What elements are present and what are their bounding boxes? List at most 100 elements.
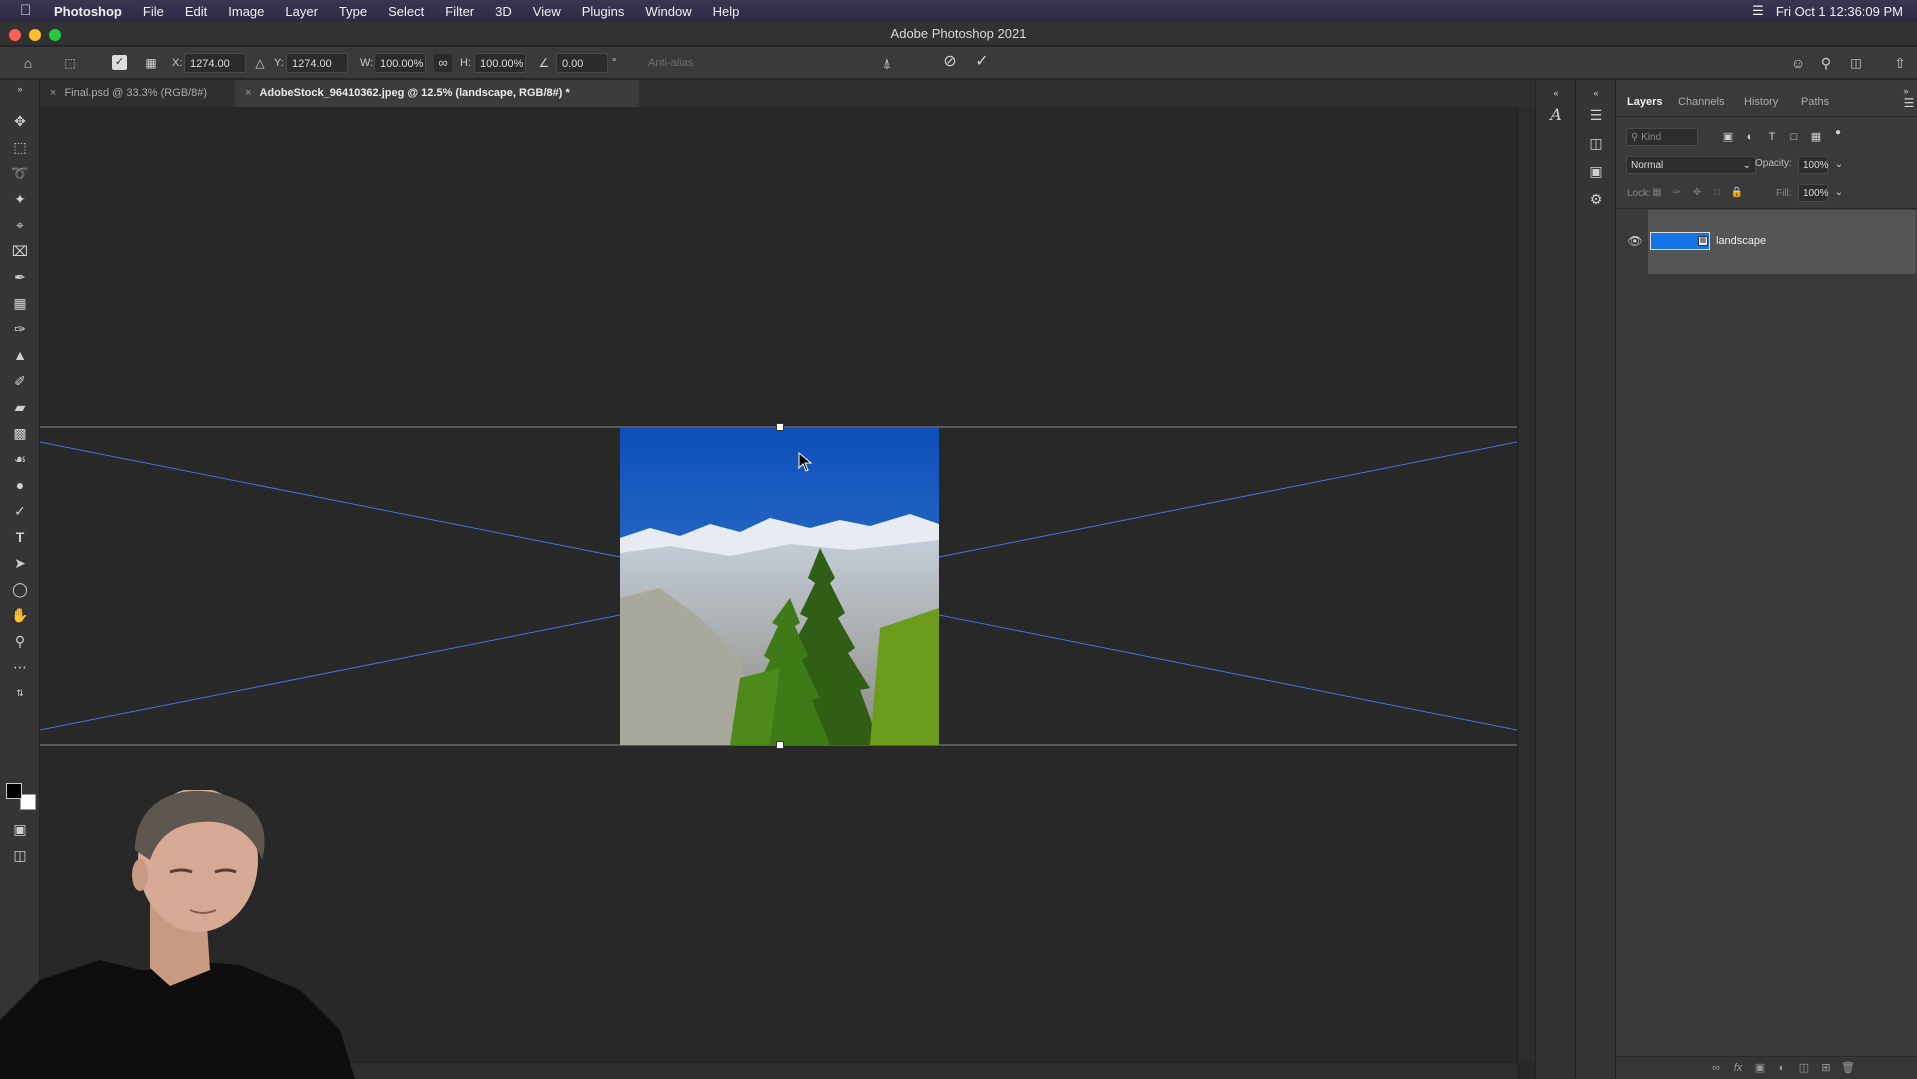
control-center-icon[interactable]: ☰	[1752, 3, 1764, 19]
filter-type-icon[interactable]: T	[1764, 128, 1780, 146]
libraries-icon[interactable]: ◫	[1586, 134, 1606, 152]
opacity-field[interactable]: 100%	[1798, 156, 1829, 174]
rotation-field[interactable]: 0.00	[556, 53, 608, 73]
menu-plugins[interactable]: Plugins	[582, 4, 625, 19]
zoom-window-button[interactable]	[49, 29, 61, 41]
brush-tool-icon[interactable]: ✑	[9, 318, 31, 340]
filter-pixel-icon[interactable]: ▣	[1720, 128, 1736, 146]
transform-handle-bottom[interactable]	[776, 741, 784, 749]
chevron-down-icon[interactable]: ⌄	[1832, 184, 1846, 202]
layer-row[interactable]: ▦ landscape	[1648, 210, 1916, 274]
menu-filter[interactable]: Filter	[445, 4, 474, 19]
reference-point-checkbox[interactable]: ✓	[112, 55, 127, 70]
anti-alias-option[interactable]: Anti-alias	[648, 53, 693, 73]
new-group-icon[interactable]: ◫	[1796, 1059, 1812, 1077]
properties-icon[interactable]: ▣	[1586, 162, 1606, 180]
frame-tool-icon[interactable]: ⌧	[9, 240, 31, 262]
adjustments-icon[interactable]: ☰	[1586, 106, 1606, 124]
lock-all-icon[interactable]: 🔒	[1730, 184, 1744, 202]
workspace-icon[interactable]: ◫	[1846, 54, 1866, 72]
lock-pixels-icon[interactable]: ✑	[1670, 184, 1684, 202]
filter-toggle-icon[interactable]: ●	[1830, 124, 1846, 142]
menu-layer[interactable]: Layer	[285, 4, 318, 19]
chevron-down-icon[interactable]: ⌄	[1832, 156, 1846, 174]
transform-tool-icon[interactable]: ⬚	[60, 54, 80, 72]
add-mask-icon[interactable]: ▣	[1752, 1059, 1768, 1077]
move-tool-icon[interactable]: ✥	[9, 110, 31, 132]
commit-transform-icon[interactable]: ✓	[972, 53, 992, 71]
delete-layer-icon[interactable]: 🗑	[1840, 1059, 1856, 1077]
tab-layers[interactable]: Layers	[1627, 96, 1662, 108]
x-position-field[interactable]: 1274.00 px	[184, 53, 246, 90]
layer-filter-kind[interactable]: ⚲ Kind	[1626, 128, 1698, 146]
blend-mode-select[interactable]: Normal ⌄	[1626, 156, 1756, 174]
search-icon[interactable]: ⚲	[1816, 54, 1836, 72]
ellipse-tool-icon[interactable]: ◯	[9, 578, 31, 600]
menu-file[interactable]: File	[143, 4, 164, 19]
height-field[interactable]: 100.00%	[474, 53, 526, 73]
close-tab-icon[interactable]: ×	[50, 87, 56, 99]
eyedropper-tool-icon[interactable]: ✒	[9, 266, 31, 288]
vertical-scrollbar[interactable]	[1517, 107, 1535, 1062]
fill-field[interactable]: 100%	[1798, 184, 1829, 202]
history-brush-tool-icon[interactable]: ✐	[9, 370, 31, 392]
filter-shape-icon[interactable]: □	[1786, 128, 1802, 146]
lock-artboard-icon[interactable]: □	[1710, 184, 1724, 202]
warp-mode-icon[interactable]: ⍋	[878, 54, 896, 72]
crop-tool-icon[interactable]: ⌖	[9, 214, 31, 236]
cancel-transform-icon[interactable]: ⊘	[940, 53, 960, 71]
layer-style-icon[interactable]: fx	[1730, 1059, 1746, 1077]
menu-view[interactable]: View	[533, 4, 561, 19]
width-field[interactable]: 100.00%	[374, 53, 426, 73]
apple-icon[interactable]: 	[20, 3, 36, 19]
reference-point-grid-icon[interactable]: ▦	[142, 54, 160, 72]
y-position-field[interactable]: 1274.00 px	[286, 53, 348, 90]
gradient-tool-icon[interactable]: ▩	[9, 422, 31, 444]
magic-wand-tool-icon[interactable]: ✦	[9, 188, 31, 210]
menu-help[interactable]: Help	[713, 4, 740, 19]
link-layers-icon[interactable]: ∞	[1708, 1059, 1724, 1077]
filter-smart-object-icon[interactable]: ▦	[1808, 128, 1824, 146]
swap-colors-icon[interactable]: ⇅	[9, 682, 31, 704]
menubar-clock[interactable]: Fri Oct 1 12:36:09 PM	[1776, 4, 1903, 19]
lock-position-icon[interactable]: ✥	[1690, 184, 1704, 202]
more-tools-icon[interactable]: ⋯	[9, 656, 31, 678]
hand-tool-icon[interactable]: ✋	[9, 604, 31, 626]
lasso-tool-icon[interactable]: ➰	[9, 162, 31, 184]
tab-channels[interactable]: Channels	[1678, 96, 1724, 108]
lock-transparency-icon[interactable]: ▦	[1650, 184, 1664, 202]
landscape-layer-image[interactable]	[620, 428, 939, 745]
menu-window[interactable]: Window	[645, 4, 691, 19]
close-window-button[interactable]	[9, 29, 21, 41]
delta-icon[interactable]: △	[252, 54, 268, 72]
marquee-tool-icon[interactable]: ⬚	[9, 136, 31, 158]
tab-adobestock-jpeg[interactable]: × AdobeStock_96410362.jpeg @ 12.5% (lands…	[235, 80, 639, 107]
menu-select[interactable]: Select	[388, 4, 424, 19]
healing-brush-tool-icon[interactable]: ▦	[9, 292, 31, 314]
menu-edit[interactable]: Edit	[185, 4, 207, 19]
close-tab-icon[interactable]: ×	[245, 87, 251, 99]
panel-menu-icon[interactable]: ☰	[1902, 94, 1916, 112]
eye-icon[interactable]: 👁	[1626, 232, 1644, 250]
share-icon[interactable]: ⇧	[1890, 54, 1910, 72]
menu-type[interactable]: Type	[339, 4, 367, 19]
collapse-strip-icon[interactable]: «	[1546, 84, 1566, 102]
minimize-window-button[interactable]	[29, 29, 41, 41]
collapse-panels-icon[interactable]: «	[1586, 84, 1606, 102]
collapse-tools-icon[interactable]: »	[9, 83, 31, 95]
blur-tool-icon[interactable]: ☙	[9, 448, 31, 470]
adjustment-layer-icon[interactable]: ◐	[1774, 1059, 1790, 1077]
layer-name[interactable]: landscape	[1716, 235, 1766, 247]
zoom-tool-icon[interactable]: ⚲	[9, 630, 31, 652]
home-icon[interactable]: ⌂	[18, 54, 38, 72]
eraser-tool-icon[interactable]: ▰	[9, 396, 31, 418]
clone-stamp-tool-icon[interactable]: ▲	[9, 344, 31, 366]
tab-history[interactable]: History	[1744, 96, 1778, 108]
filter-adjustment-icon[interactable]: ◐	[1742, 128, 1758, 146]
sliders-icon[interactable]: ⚙	[1586, 190, 1606, 208]
pen-tool-icon[interactable]: ✓	[9, 500, 31, 522]
path-selection-tool-icon[interactable]: ➤	[9, 552, 31, 574]
glyphs-icon[interactable]: A	[1546, 106, 1566, 124]
tab-final-psd[interactable]: × Final.psd @ 33.3% (RGB/8#)	[40, 80, 235, 107]
menu-app-name[interactable]: Photoshop	[54, 4, 122, 19]
